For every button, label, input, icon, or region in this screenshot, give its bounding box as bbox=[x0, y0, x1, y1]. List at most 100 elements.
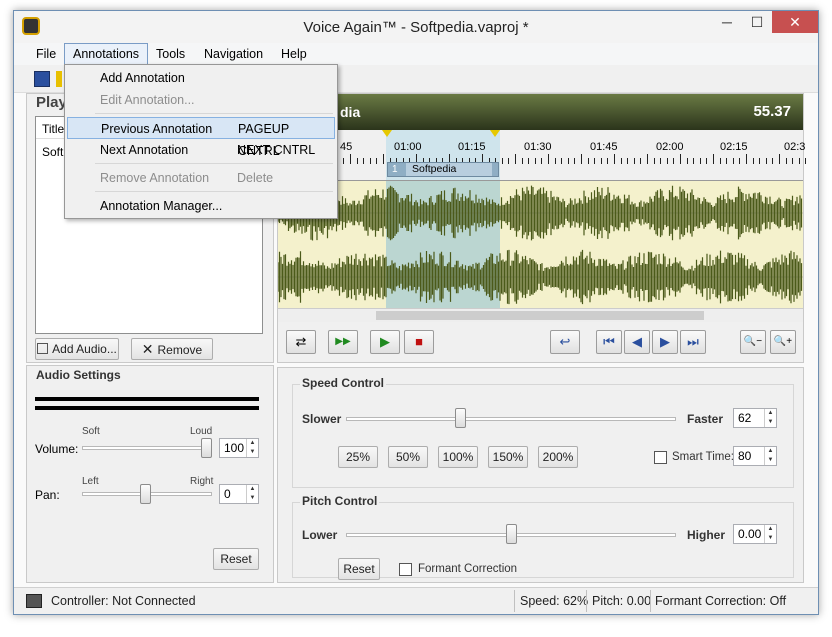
column-title[interactable]: Title bbox=[42, 122, 64, 136]
menu-previous-annotation[interactable]: Previous Annotation PAGEUP CNTRL bbox=[67, 117, 335, 158]
scrollbar-thumb[interactable] bbox=[376, 311, 704, 320]
timeline-tick bbox=[581, 154, 582, 164]
speed-preset-50[interactable]: 50% bbox=[388, 446, 428, 468]
back-button[interactable]: ↩ bbox=[550, 330, 580, 354]
timeline-tick bbox=[376, 158, 378, 164]
previous-button[interactable]: ◀ bbox=[624, 330, 650, 354]
add-audio-button[interactable]: Add Audio... bbox=[35, 338, 119, 360]
volume-loud-label: Loud bbox=[190, 426, 213, 437]
controller-icon bbox=[26, 594, 42, 608]
speed-preset-25[interactable]: 25% bbox=[338, 446, 378, 468]
volume-slider-track[interactable] bbox=[82, 446, 212, 450]
status-bar: Controller: Not Connected Speed: 62% Pit… bbox=[14, 587, 818, 614]
speed-value: 62 bbox=[738, 411, 752, 425]
maximize-button[interactable]: ☐ bbox=[742, 11, 772, 33]
pitch-spin-arrows[interactable]: ▲ ▼ bbox=[764, 525, 776, 543]
speed-preset-200[interactable]: 200% bbox=[538, 446, 578, 468]
annotation-label: Softpedia bbox=[406, 163, 492, 176]
pan-slider-thumb[interactable] bbox=[140, 484, 151, 504]
timeline-tick bbox=[607, 158, 609, 164]
status-divider bbox=[586, 590, 587, 612]
smart-time-checkbox[interactable] bbox=[654, 451, 667, 464]
timeline-tick bbox=[706, 158, 708, 164]
menu-file[interactable]: File bbox=[28, 43, 64, 65]
timeline-tick bbox=[633, 158, 635, 164]
status-formant: Formant Correction: Off bbox=[655, 594, 787, 608]
timeline-tick bbox=[620, 158, 622, 164]
volume-spinbox[interactable]: 100 ▲ ▼ bbox=[219, 438, 259, 458]
menu-help[interactable]: Help bbox=[273, 43, 315, 65]
play-from-start-button[interactable]: ▶▶ bbox=[328, 330, 358, 354]
play-button[interactable]: ▶ bbox=[370, 330, 400, 354]
pan-spinbox[interactable]: 0 ▲ ▼ bbox=[219, 484, 259, 504]
speed-spinbox[interactable]: 62 ▲ ▼ bbox=[733, 408, 777, 428]
waveform-area[interactable] bbox=[278, 180, 803, 309]
close-button[interactable]: ✕ bbox=[772, 11, 818, 33]
pitch-slider-thumb[interactable] bbox=[505, 524, 517, 544]
window-title: Voice Again™ - Softpedia.vaproj * bbox=[303, 19, 529, 36]
formant-correction-label: Formant Correction bbox=[418, 563, 518, 575]
speed-slider-thumb[interactable] bbox=[454, 408, 466, 428]
timeline-tick bbox=[640, 158, 642, 164]
next-button[interactable]: ▶ bbox=[652, 330, 678, 354]
menu-navigation[interactable]: Navigation bbox=[196, 43, 271, 65]
time-label: 01:15 bbox=[458, 141, 486, 153]
timeline-tick bbox=[726, 158, 728, 164]
menu-annotation-manager[interactable]: Annotation Manager... bbox=[67, 195, 335, 217]
loop-button[interactable]: ⇄ bbox=[286, 330, 316, 354]
pan-label: Pan: bbox=[35, 488, 60, 502]
menu-next-annotation[interactable]: Next Annotation NEXT CNTRL bbox=[67, 139, 335, 161]
annotation-marker[interactable]: 1 Softpedia bbox=[387, 162, 499, 177]
timeline-tick bbox=[792, 158, 794, 164]
menu-annotations[interactable]: Annotations bbox=[64, 43, 149, 65]
minimize-button[interactable]: ─ bbox=[712, 11, 742, 33]
speed-spin-arrows[interactable]: ▲ ▼ bbox=[764, 409, 776, 427]
formant-correction-checkbox[interactable] bbox=[399, 563, 412, 576]
timeline-tick bbox=[739, 158, 741, 164]
timeline-tick bbox=[587, 158, 589, 164]
timeline-tick bbox=[541, 158, 543, 164]
menu-remove-annotation[interactable]: Remove Annotation Delete bbox=[67, 167, 335, 189]
smart-time-spin-arrows[interactable]: ▲ ▼ bbox=[764, 447, 776, 465]
volume-slider-thumb[interactable] bbox=[201, 438, 212, 458]
remove-button[interactable]: ✕ Remove bbox=[131, 338, 213, 360]
smart-time-spinbox[interactable]: 80 ▲ ▼ bbox=[733, 446, 777, 466]
controls-panel: Speed Control Slower Faster 62 ▲ ▼ 25% 50… bbox=[277, 367, 804, 583]
add-audio-label: Add Audio... bbox=[52, 342, 117, 356]
timeline-tick bbox=[798, 158, 800, 164]
timeline-tick bbox=[653, 158, 655, 164]
timeline-tick bbox=[600, 158, 602, 164]
pitch-spinbox[interactable]: 0.00 ▲ ▼ bbox=[733, 524, 777, 544]
horizontal-scrollbar[interactable] bbox=[278, 308, 803, 322]
selection-start-marker[interactable] bbox=[382, 130, 392, 137]
menu-add-annotation[interactable]: Add Annotation bbox=[67, 67, 335, 89]
timeline-tick bbox=[713, 154, 714, 164]
timeline-tick bbox=[759, 158, 761, 164]
menu-edit-annotation[interactable]: Edit Annotation... bbox=[67, 89, 335, 111]
timeline-tick bbox=[343, 158, 345, 164]
time-label: 02:00 bbox=[656, 141, 684, 153]
speed-preset-100[interactable]: 100% bbox=[438, 446, 478, 468]
volume-label: Volume: bbox=[35, 442, 79, 456]
stop-button[interactable]: ■ bbox=[404, 330, 434, 354]
speed-preset-150[interactable]: 150% bbox=[488, 446, 528, 468]
timeline-tick bbox=[699, 158, 701, 164]
zoom-in-button[interactable]: 🔍+ bbox=[770, 330, 796, 354]
pan-spin-arrows[interactable]: ▲ ▼ bbox=[246, 485, 258, 503]
selection-end-marker[interactable] bbox=[490, 130, 500, 137]
zoom-out-button[interactable]: 🔍− bbox=[740, 330, 766, 354]
menu-item-label: Next Annotation bbox=[100, 143, 189, 157]
speed-slider-track[interactable] bbox=[346, 417, 676, 421]
first-button[interactable]: ⏮ bbox=[596, 330, 622, 354]
last-button[interactable]: ⏭ bbox=[680, 330, 706, 354]
menu-tools[interactable]: Tools bbox=[148, 43, 193, 65]
timeline-tick bbox=[752, 158, 754, 164]
new-icon[interactable] bbox=[56, 71, 62, 87]
annotation-number: 1 bbox=[392, 164, 398, 175]
pitch-reset-button[interactable]: Reset bbox=[338, 558, 380, 580]
audio-reset-button[interactable]: Reset bbox=[213, 548, 259, 570]
pan-right-label: Right bbox=[190, 476, 214, 487]
timeline-tick bbox=[614, 154, 615, 164]
volume-spin-arrows[interactable]: ▲ ▼ bbox=[246, 439, 258, 457]
save-icon[interactable] bbox=[34, 71, 50, 87]
